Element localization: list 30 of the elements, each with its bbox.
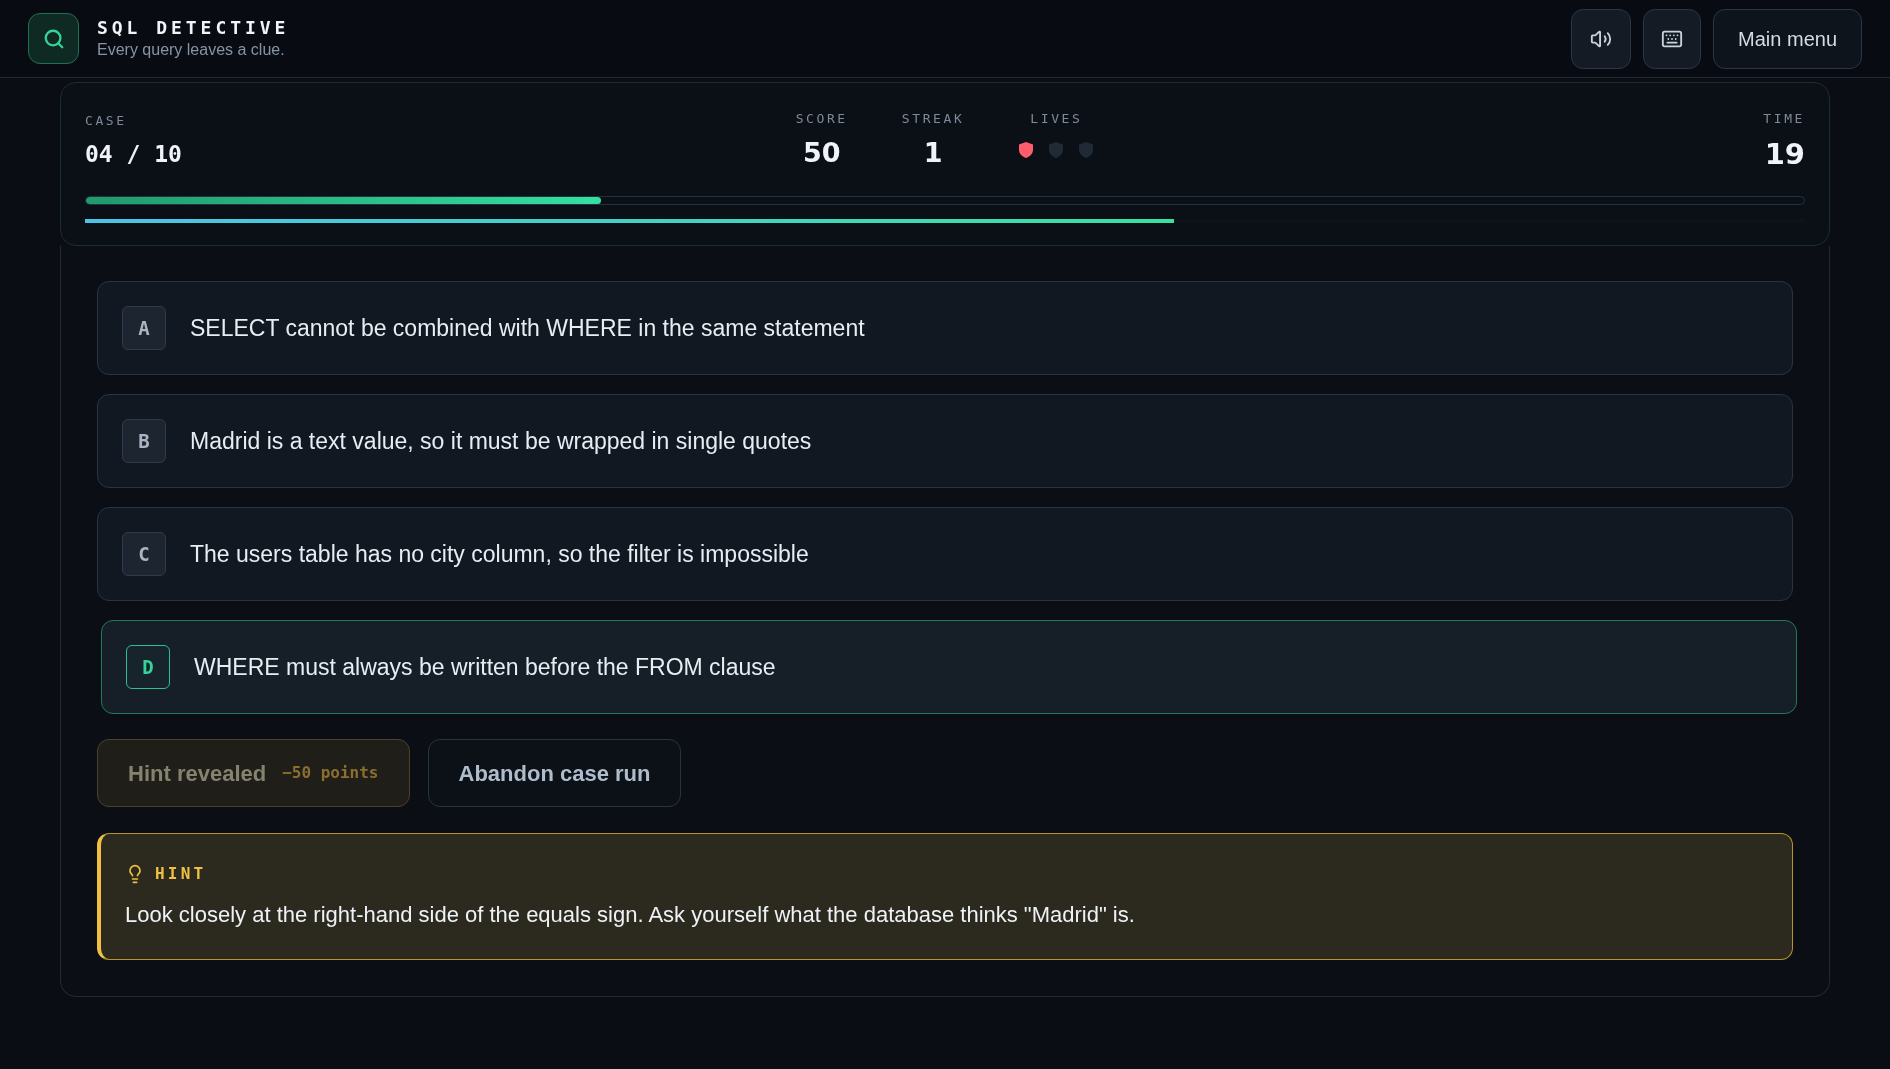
stat-label: CASE (85, 112, 128, 130)
abandon-button[interactable]: Abandon case run (427, 739, 682, 807)
main-menu-button[interactable]: Main menu (1713, 8, 1862, 69)
option-text: SELECT cannot be combined with WHERE in the same statement (190, 313, 865, 343)
answer-option[interactable]: B Madrid is a text value, so it must be wrapped in single quotes (97, 394, 1793, 488)
stat-label: LIVES (1030, 110, 1083, 128)
answer-option[interactable]: D WHERE must always be written before the FROM clause (101, 620, 1797, 714)
stat-label: TIME (1763, 110, 1805, 128)
case-counter: 04 / 10 (85, 139, 183, 169)
option-letter: D (126, 645, 170, 689)
option-text: The users table has no city column, so the filter is impossible (190, 539, 809, 569)
streak-value: 1 (923, 135, 943, 170)
option-letter: C (122, 532, 166, 576)
sound-button[interactable] (1571, 8, 1632, 69)
app-tagline: Every query leaves a clue. (97, 39, 286, 60)
option-text: WHERE must always be written before the FROM clause (194, 652, 776, 682)
answer-option[interactable]: C The users table has no city column, so the filter is impossible (97, 507, 1793, 601)
option-text: Madrid is a text value, so it must be wrapped in single quotes (190, 426, 812, 456)
keyboard-button[interactable] (1643, 8, 1702, 69)
timer-value: 19 (1764, 135, 1805, 173)
option-letter: A (122, 306, 166, 350)
hint-text: Look closely at the right-hand side of the equals sign. Ask yourself what the database thinks "Madrid" is. (125, 901, 1136, 929)
app-title: SQL DETECTIVE (97, 17, 290, 40)
stat-label: STREAK (901, 110, 965, 128)
option-letter: B (122, 419, 166, 463)
search-icon (42, 27, 65, 50)
stat-label: SCORE (795, 110, 848, 128)
hint-title: HINT (155, 863, 207, 885)
score-value: 50 (802, 135, 841, 170)
answer-option[interactable]: A SELECT cannot be combined with WHERE in the same statement (97, 281, 1793, 375)
